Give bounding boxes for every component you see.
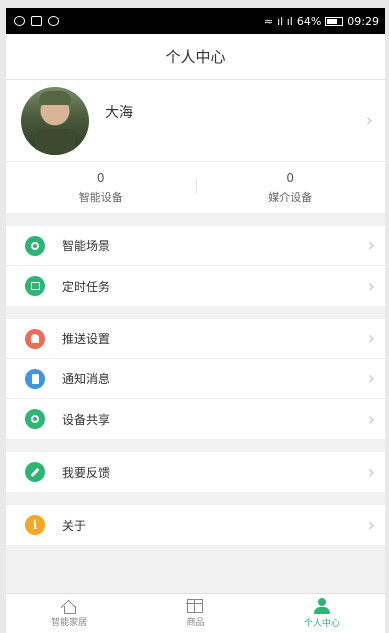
- avatar[interactable]: [21, 86, 89, 155]
- battery-icon: [325, 16, 344, 26]
- menu-item-notification-messages[interactable]: 通知消息 ›: [6, 359, 385, 399]
- chevron-right-icon: ›: [367, 408, 375, 430]
- bell-icon: [25, 328, 45, 349]
- tab-products[interactable]: 商品: [132, 594, 258, 633]
- tab-smart-home[interactable]: 智能家居: [6, 594, 132, 633]
- signal-icon: ıl ıl: [277, 14, 293, 28]
- menu-item-device-sharing[interactable]: 设备共享 ›: [6, 399, 385, 439]
- stat-value: 0: [96, 170, 105, 185]
- tab-label: 智能家居: [51, 618, 88, 628]
- user-icon: [313, 598, 330, 614]
- profile-row[interactable]: 大海 ›: [6, 80, 385, 161]
- chevron-right-icon: ›: [365, 110, 373, 131]
- menu-item-smart-scene[interactable]: 智能场景 ›: [6, 226, 385, 266]
- menu-item-feedback[interactable]: 我要反馈 ›: [6, 452, 385, 492]
- home-icon: [61, 599, 77, 614]
- notification-icon: [25, 368, 45, 389]
- tab-personal-center[interactable]: 个人中心: [259, 594, 385, 633]
- wifi-icon: ≈: [263, 14, 274, 28]
- clock: 09:29: [347, 14, 379, 28]
- stat-value: 0: [286, 170, 295, 185]
- menu-item-label: 关于: [62, 518, 87, 533]
- menu-item-label: 我要反馈: [62, 465, 111, 480]
- chevron-right-icon: ›: [367, 514, 375, 536]
- chevron-right-icon: ›: [367, 275, 375, 297]
- menu-item-label: 智能场景: [62, 239, 111, 253]
- device-stats: 0 智能设备 0 媒介设备: [6, 161, 385, 213]
- tab-label: 商品: [186, 618, 205, 628]
- chevron-right-icon: ›: [367, 461, 375, 483]
- menu-group-about: i 关于 ›: [6, 505, 385, 545]
- menu-item-about[interactable]: i 关于 ›: [6, 505, 385, 545]
- menu-group-feedback: 我要反馈 ›: [6, 452, 385, 492]
- menu-item-push-settings[interactable]: 推送设置 ›: [6, 319, 385, 359]
- pencil-icon: [25, 462, 45, 482]
- app-frame: ≈ ıl ıl 64% 09:29 个人中心 大海 › 0 智能设备 0 媒介设…: [6, 8, 385, 633]
- menu-item-label: 设备共享: [62, 412, 111, 427]
- status-icons-right: ≈ ıl ıl 64% 09:29: [264, 15, 379, 28]
- tab-label: 个人中心: [303, 619, 340, 629]
- stat-smart-devices[interactable]: 0 智能设备: [6, 162, 196, 213]
- page-title: 个人中心: [165, 48, 226, 66]
- chevron-right-icon: ›: [367, 235, 375, 256]
- info-icon: i: [25, 515, 45, 535]
- stat-media-devices[interactable]: 0 媒介设备: [195, 162, 386, 213]
- menu-group-scenes: 智能场景 › 定时任务 ›: [6, 226, 385, 306]
- profile-name: 大海: [105, 104, 133, 121]
- gift-icon: [186, 599, 204, 613]
- stat-label: 媒介设备: [268, 190, 313, 204]
- chevron-right-icon: ›: [367, 328, 375, 349]
- menu-item-label: 推送设置: [62, 332, 111, 346]
- status-icons-left: [14, 16, 59, 26]
- shield-notification-icon: [48, 16, 59, 26]
- bottom-tab-bar: 智能家居 商品 个人中心: [6, 593, 385, 633]
- timer-task-icon: [25, 276, 45, 296]
- stat-label: 智能设备: [78, 190, 123, 204]
- chevron-right-icon: ›: [367, 368, 375, 389]
- menu-item-label: 定时任务: [62, 279, 111, 294]
- menu-item-timer-task[interactable]: 定时任务 ›: [6, 266, 385, 306]
- menu-group-notifications: 推送设置 › 通知消息 › 设备共享 ›: [6, 319, 385, 439]
- paw-notification-icon: [14, 16, 25, 26]
- image-notification-icon: [31, 16, 42, 26]
- page-header: 个人中心: [6, 34, 385, 80]
- share-icon: [25, 409, 45, 429]
- battery-percent: 64%: [296, 14, 322, 28]
- menu-item-label: 通知消息: [62, 372, 111, 386]
- scene-icon: [25, 235, 45, 256]
- status-bar: ≈ ıl ıl 64% 09:29: [6, 8, 385, 34]
